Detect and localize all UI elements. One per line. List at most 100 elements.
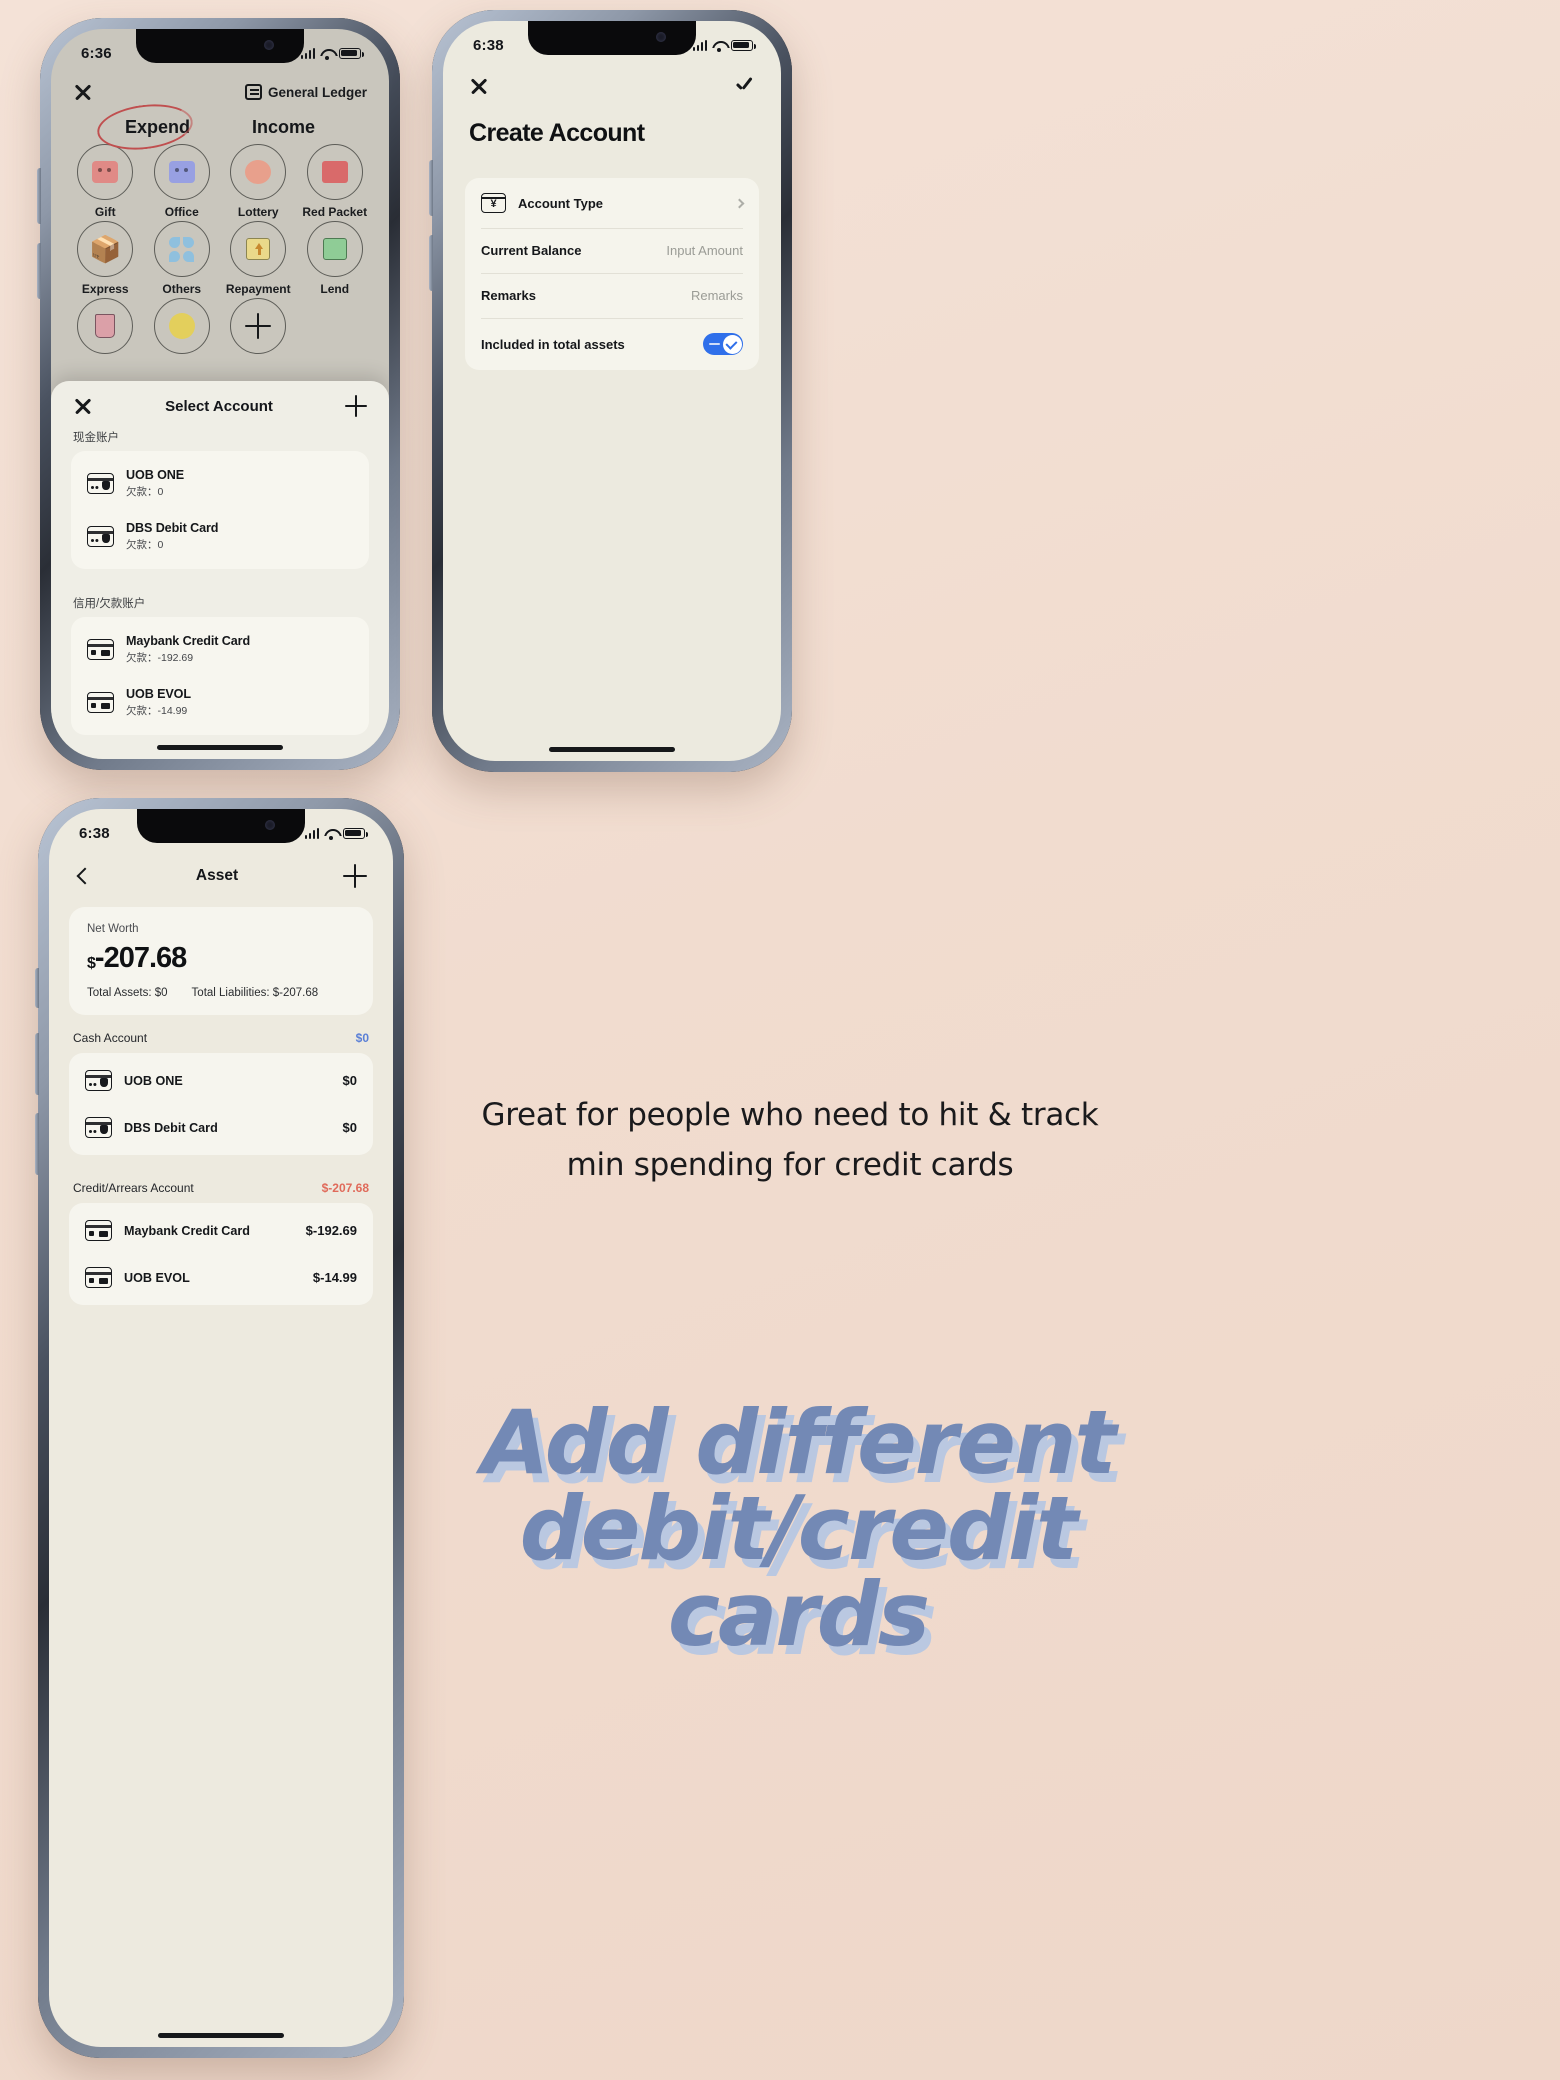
row-remarks[interactable]: Remarks Remarks	[465, 273, 759, 318]
account-amount: $-14.99	[312, 1270, 357, 1285]
sheet-header: Select Account	[51, 381, 389, 421]
category-express[interactable]: 📦 Express	[67, 221, 144, 296]
general-ledger-label: General Ledger	[267, 84, 367, 100]
close-icon[interactable]	[469, 76, 489, 96]
debit-card-icon	[85, 1070, 112, 1091]
phone-2-create-account: 6:38 Create Account Account Type	[429, 10, 792, 772]
list-item[interactable]: Maybank Credit Card 欠款：-192.69	[71, 623, 369, 676]
notch	[136, 29, 304, 63]
account-name: DBS Debit Card	[126, 521, 219, 535]
close-icon[interactable]	[73, 82, 93, 102]
net-worth-card: Net Worth $-207.68 Total Assets: $0 Tota…	[69, 907, 373, 1015]
account-name: Maybank Credit Card	[124, 1223, 250, 1238]
chevron-right-icon	[734, 198, 745, 208]
category-label: Office	[164, 205, 199, 219]
category-lend[interactable]: Lend	[297, 221, 374, 296]
current-balance-input[interactable]: Input Amount	[666, 243, 743, 258]
tab-expend[interactable]: Expend	[94, 99, 196, 155]
field-label: Remarks	[481, 288, 536, 303]
list-item[interactable]: DBS Debit Card 欠款：0	[71, 510, 369, 563]
net-worth-value: -207.68	[94, 942, 187, 974]
included-in-total-assets-toggle[interactable]	[703, 333, 743, 355]
category-others[interactable]: Others	[144, 221, 221, 296]
list-item[interactable]: UOB EVOL $-14.99	[69, 1254, 373, 1301]
notch	[528, 21, 696, 55]
tab-income[interactable]: Income	[252, 117, 315, 138]
close-icon[interactable]	[73, 396, 93, 416]
credit-card-icon	[85, 1267, 112, 1288]
field-label: Included in total assets	[481, 336, 625, 352]
credit-account-list: Maybank Credit Card $-192.69 UOB EVOL $-…	[69, 1203, 373, 1305]
field-label: Account Type	[518, 195, 603, 211]
office-bag-icon	[153, 144, 210, 200]
caption-text: Great for people who need to hit & track…	[430, 1090, 1150, 1190]
category-repayment[interactable]: Repayment	[220, 221, 297, 296]
four-circles-icon	[153, 221, 210, 277]
category-red-packet[interactable]: Red Packet	[297, 144, 374, 219]
plus-icon[interactable]	[343, 864, 367, 888]
expend-income-tabs: Expend Income	[51, 99, 389, 155]
category-gift[interactable]: Gift	[67, 144, 144, 219]
account-sub: 欠款：-192.69	[126, 652, 194, 664]
row-account-type[interactable]: Account Type	[465, 178, 759, 228]
section-total: $-207.68	[321, 1181, 369, 1195]
section-title: Credit/Arrears Account	[73, 1181, 194, 1195]
row-current-balance[interactable]: Current Balance Input Amount	[465, 228, 759, 273]
chevron-left-icon[interactable]	[76, 867, 94, 885]
caption-line-1: Great for people who need to hit & track	[481, 1097, 1099, 1133]
category-label: Lottery	[237, 205, 279, 219]
section-total: $0	[355, 1031, 369, 1045]
battery-icon	[339, 47, 364, 59]
list-item[interactable]: UOB ONE $0	[69, 1057, 373, 1104]
poster-canvas: 6:36 General Ledger Expend Income Gift O…	[0, 0, 1560, 2080]
section-title: Cash Account	[73, 1031, 148, 1045]
list-item[interactable]: UOB EVOL 欠款：-14.99	[71, 676, 369, 729]
toggle-knob	[722, 334, 742, 354]
sheet-title: Select Account	[165, 397, 273, 415]
category-lottery[interactable]: Lottery	[220, 144, 297, 219]
notch	[137, 809, 305, 843]
debit-card-icon	[87, 526, 114, 547]
checkmark-icon[interactable]	[733, 75, 755, 97]
list-item[interactable]: Maybank Credit Card $-192.69	[69, 1207, 373, 1254]
row-included-in-total-assets[interactable]: Included in total assets	[465, 318, 759, 370]
general-ledger-button[interactable]: General Ledger	[244, 84, 367, 100]
list-item[interactable]: DBS Debit Card $0	[69, 1104, 373, 1151]
category-grid: Gift Office Lottery Red Packet 📦 Express…	[51, 138, 389, 359]
cellular-signal-icon	[304, 827, 319, 839]
account-amount: $0	[342, 1120, 357, 1135]
debit-card-icon	[87, 473, 114, 494]
home-indicator	[157, 745, 283, 750]
create-account-form: Account Type Current Balance Input Amoun…	[465, 178, 759, 370]
remarks-input[interactable]: Remarks	[691, 288, 743, 303]
category-label: Repayment	[225, 282, 291, 296]
battery-icon	[731, 39, 756, 51]
account-amount: $-192.69	[305, 1223, 357, 1238]
account-name: DBS Debit Card	[124, 1120, 218, 1135]
plus-icon[interactable]	[345, 395, 367, 417]
net-worth-amount: $-207.68	[87, 942, 355, 975]
group-label-cash: 现金账户	[73, 432, 119, 444]
section-header-cash: Cash Account $0	[49, 1015, 393, 1053]
total-assets: Total Assets: $0	[87, 987, 168, 999]
front-camera-icon	[265, 820, 275, 830]
category-coffee[interactable]	[67, 298, 144, 359]
tab-income-label: Income	[251, 117, 316, 137]
category-add[interactable]	[220, 298, 297, 359]
page-title: Asset	[195, 867, 239, 884]
parcel-box-icon: 📦	[77, 221, 134, 277]
account-name: Maybank Credit Card	[126, 634, 251, 648]
account-name: UOB EVOL	[124, 1270, 190, 1285]
repayment-upload-icon	[230, 221, 287, 277]
status-time: 6:38	[79, 824, 110, 842]
category-star-face[interactable]	[144, 298, 221, 359]
category-office[interactable]: Office	[144, 144, 221, 219]
category-label: Lend	[320, 282, 350, 296]
lottery-icon	[230, 144, 287, 200]
ledger-icon	[244, 84, 262, 100]
list-item[interactable]: UOB ONE 欠款：0	[71, 457, 369, 510]
wifi-icon	[320, 48, 334, 60]
front-camera-icon	[264, 40, 274, 50]
status-time: 6:38	[473, 36, 504, 54]
credit-account-card: Maybank Credit Card 欠款：-192.69 UOB EVOL …	[71, 617, 369, 735]
